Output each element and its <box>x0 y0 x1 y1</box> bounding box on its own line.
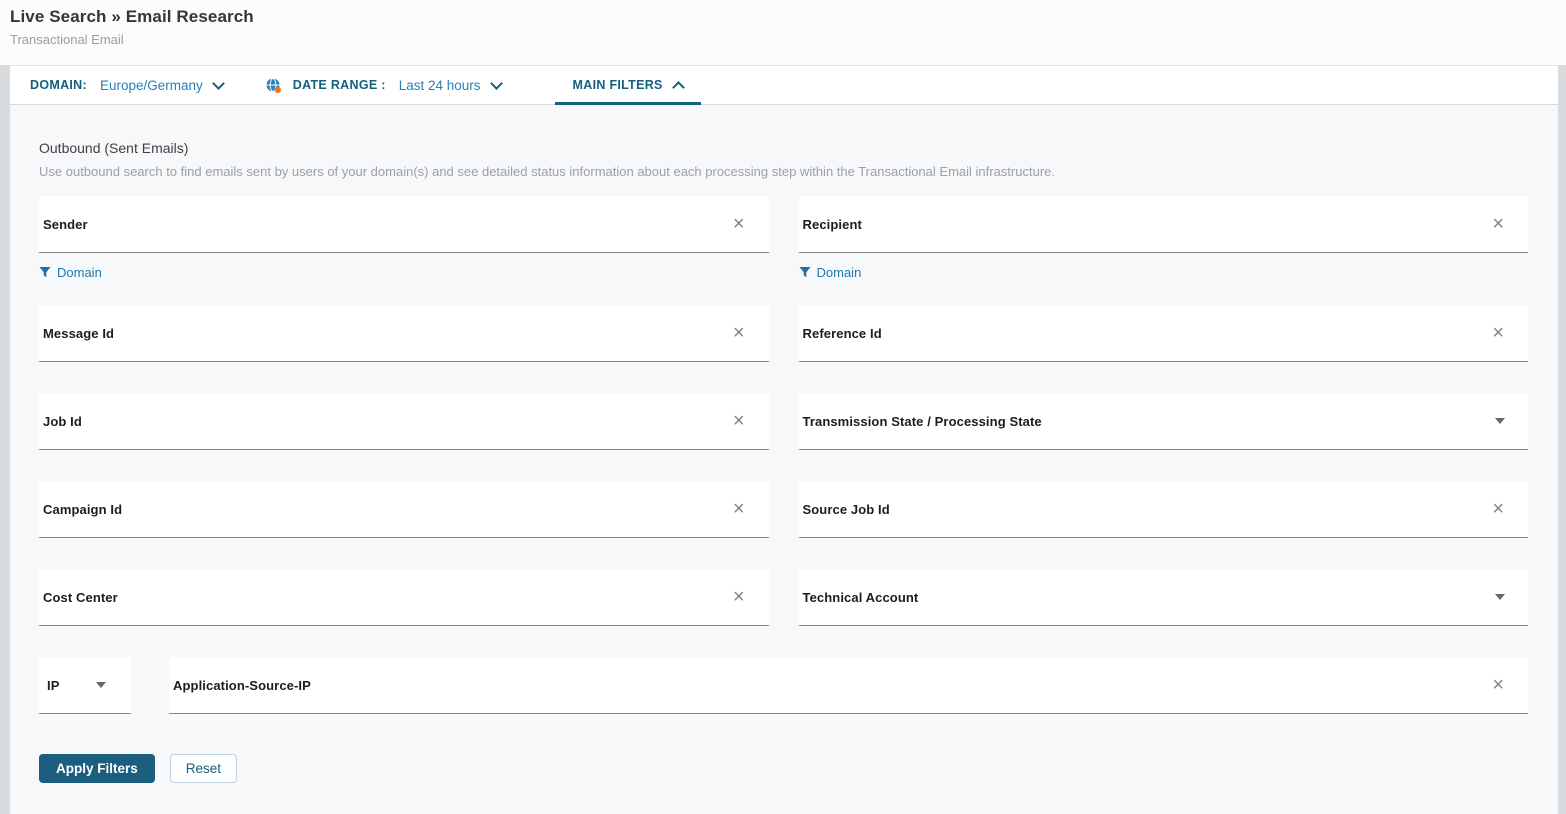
filter-icon <box>39 266 51 278</box>
application-source-ip-field[interactable]: Application-Source-IP × <box>169 657 1528 714</box>
filter-row-2: Message Id × Reference Id × <box>39 305 1528 362</box>
date-range-value: Last 24 hours <box>399 78 481 93</box>
transmission-state-label: Transmission State / Processing State <box>803 414 1042 429</box>
cost-center-field[interactable]: Cost Center × <box>39 569 769 626</box>
dropdown-arrow-icon[interactable] <box>1495 418 1505 424</box>
filter-row-6: IP Application-Source-IP × <box>39 657 1528 714</box>
main-filters-label: MAIN FILTERS <box>573 78 663 92</box>
dropdown-arrow-icon <box>96 682 106 688</box>
message-id-field[interactable]: Message Id × <box>39 305 769 362</box>
filter-fields: Sender × Domain Recipient × <box>39 196 1528 714</box>
date-range-selector[interactable]: DATE RANGE : Last 24 hours <box>265 77 501 94</box>
sender-field-label: Sender <box>43 217 88 232</box>
source-job-id-field[interactable]: Source Job Id × <box>799 481 1529 538</box>
chevron-down-icon <box>212 77 225 90</box>
campaign-id-field-label: Campaign Id <box>43 502 122 517</box>
sender-field[interactable]: Sender × <box>39 196 769 253</box>
sender-domain-link-label: Domain <box>57 265 102 280</box>
technical-account-select[interactable]: Technical Account <box>799 569 1529 626</box>
section-title: Outbound (Sent Emails) <box>39 140 1528 156</box>
clear-icon[interactable]: × <box>729 324 749 342</box>
globe-icon <box>265 77 282 94</box>
domain-value: Europe/Germany <box>100 78 203 93</box>
page-header: Live Search » Email Research Transaction… <box>0 0 1566 65</box>
job-id-field[interactable]: Job Id × <box>39 393 769 450</box>
recipient-domain-link-label: Domain <box>817 265 862 280</box>
date-range-label: DATE RANGE : <box>293 78 386 92</box>
clear-icon[interactable]: × <box>729 412 749 430</box>
recipient-field-label: Recipient <box>803 217 862 232</box>
cost-center-field-label: Cost Center <box>43 590 118 605</box>
page-title: Live Search » Email Research <box>10 7 1566 27</box>
sender-domain-filter-link[interactable]: Domain <box>39 263 102 281</box>
chevron-down-icon <box>490 77 503 90</box>
clear-icon[interactable]: × <box>1488 215 1508 233</box>
domain-label: DOMAIN: <box>30 78 87 92</box>
recipient-field[interactable]: Recipient × <box>799 196 1529 253</box>
clear-icon[interactable]: × <box>729 588 749 606</box>
clear-icon[interactable]: × <box>1488 324 1508 342</box>
source-job-id-field-label: Source Job Id <box>803 502 890 517</box>
filter-row-3: Job Id × Transmission State / Processing… <box>39 393 1528 450</box>
message-id-field-label: Message Id <box>43 326 114 341</box>
ip-type-value: IP <box>47 678 59 693</box>
clear-icon[interactable]: × <box>1488 676 1508 694</box>
filter-row-5: Cost Center × Technical Account <box>39 569 1528 626</box>
recipient-domain-filter-link[interactable]: Domain <box>799 263 862 281</box>
clear-icon[interactable]: × <box>729 500 749 518</box>
filter-row-1: Sender × Domain Recipient × <box>39 196 1528 281</box>
section-description: Use outbound search to find emails sent … <box>39 164 1528 179</box>
dropdown-arrow-icon[interactable] <box>1495 594 1505 600</box>
filter-toolbar: DOMAIN: Europe/Germany DATE RANGE : Last… <box>10 65 1558 105</box>
clear-icon[interactable]: × <box>729 215 749 233</box>
ip-type-select[interactable]: IP <box>39 657 131 714</box>
filter-icon <box>799 266 811 278</box>
application-source-ip-label: Application-Source-IP <box>173 678 311 693</box>
active-tab-underline <box>555 102 701 105</box>
chevron-up-icon <box>672 81 685 94</box>
outbound-search-section: Outbound (Sent Emails) Use outbound sear… <box>10 105 1558 814</box>
page-subtitle: Transactional Email <box>10 32 1566 47</box>
domain-selector[interactable]: DOMAIN: Europe/Germany <box>30 78 223 93</box>
technical-account-label: Technical Account <box>803 590 919 605</box>
form-actions: Apply Filters Reset <box>39 754 1528 783</box>
filter-row-4: Campaign Id × Source Job Id × <box>39 481 1528 538</box>
clear-icon[interactable]: × <box>1488 500 1508 518</box>
campaign-id-field[interactable]: Campaign Id × <box>39 481 769 538</box>
reference-id-field-label: Reference Id <box>803 326 882 341</box>
reset-button[interactable]: Reset <box>170 754 237 783</box>
job-id-field-label: Job Id <box>43 414 82 429</box>
main-filters-toggle[interactable]: MAIN FILTERS <box>555 66 701 104</box>
reference-id-field[interactable]: Reference Id × <box>799 305 1529 362</box>
main-panel: DOMAIN: Europe/Germany DATE RANGE : Last… <box>10 65 1558 813</box>
apply-filters-button[interactable]: Apply Filters <box>39 754 155 783</box>
transmission-state-select[interactable]: Transmission State / Processing State <box>799 393 1529 450</box>
